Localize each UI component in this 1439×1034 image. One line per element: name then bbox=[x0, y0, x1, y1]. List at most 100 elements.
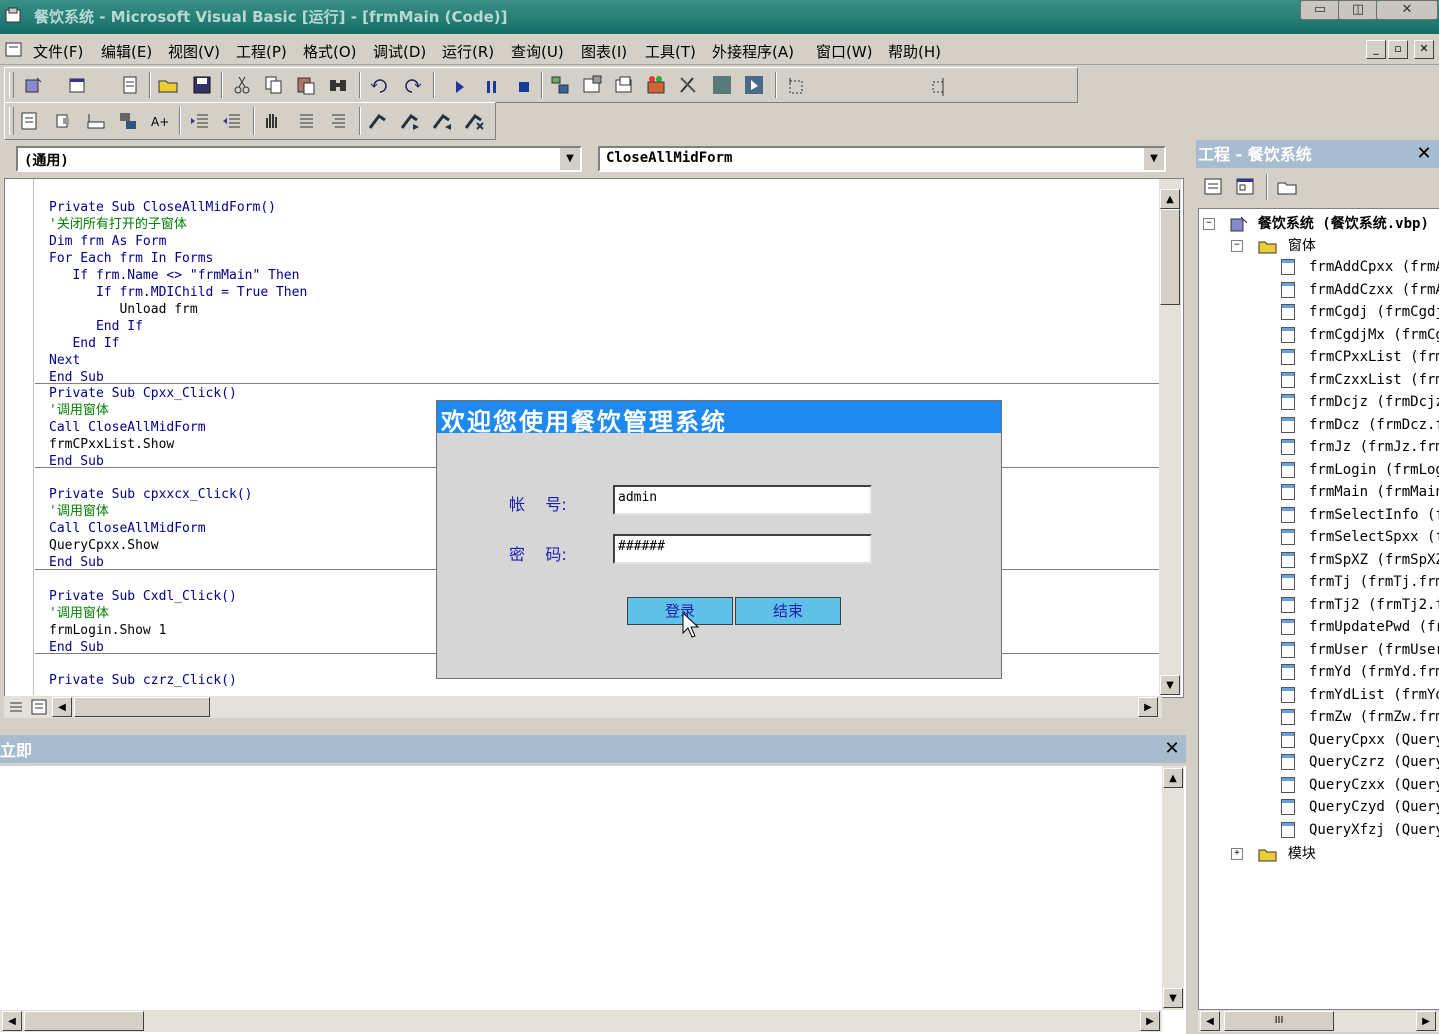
form-layout-icon[interactable] bbox=[613, 74, 635, 96]
tree-root[interactable]: − 餐饮系统 (餐饮系统.vbp) bbox=[1203, 213, 1429, 233]
tree-form-item[interactable]: frmZw (frmZw.frm) bbox=[1281, 709, 1439, 725]
login-button[interactable]: 登录 bbox=[627, 597, 733, 625]
tree-form-item[interactable]: frmUser (frmUser.frm) bbox=[1281, 641, 1439, 658]
tree-form-item[interactable]: frmCgdj (frmCgdj.frm) bbox=[1281, 304, 1439, 320]
immediate-vertical-scrollbar[interactable]: ▲ ▼ bbox=[1162, 766, 1184, 1010]
scroll-up-icon[interactable]: ▲ bbox=[1160, 189, 1180, 209]
tree-form-item[interactable]: QueryXfzj (QueryXfzj.frm) bbox=[1281, 821, 1439, 838]
menu-help[interactable]: 帮助(H) bbox=[888, 41, 941, 62]
account-input[interactable]: admin bbox=[613, 485, 872, 515]
object-combo[interactable]: (通用) ▼ bbox=[16, 146, 582, 172]
scroll-left-icon[interactable]: ◀ bbox=[2, 1011, 22, 1031]
scroll-right-icon[interactable]: ▶ bbox=[1138, 697, 1158, 717]
toggle-bookmark-icon[interactable] bbox=[367, 110, 389, 132]
add-form-icon[interactable] bbox=[67, 74, 89, 96]
tree-form-item[interactable]: frmDcjz (frmDcjz.frm) bbox=[1281, 394, 1439, 410]
mdi-restore-button[interactable]: ▫ bbox=[1388, 40, 1408, 59]
project-explorer-icon[interactable] bbox=[549, 74, 571, 96]
tree-form-item[interactable]: frmTj2 (frmTj2.frm) bbox=[1281, 596, 1439, 613]
margin-indicator-bar[interactable] bbox=[5, 179, 34, 695]
tree-form-item[interactable]: frmCgdjMx (frmCgdjMx.frm) bbox=[1281, 326, 1439, 343]
tree-form-item[interactable]: frmAddCpxx (frmAddCpxx.frm) bbox=[1281, 259, 1439, 275]
code-horizontal-scrollbar[interactable]: ◀ ▶ bbox=[4, 696, 1162, 718]
comment-block-icon[interactable] bbox=[295, 110, 317, 132]
menu-project[interactable]: 工程(P) bbox=[236, 41, 287, 62]
save-icon[interactable] bbox=[191, 74, 213, 96]
panel-splitter[interactable] bbox=[1186, 140, 1196, 1034]
tree-form-item[interactable]: frmYdList (frmYdList.frm) bbox=[1281, 686, 1439, 703]
exit-button[interactable]: 结束 bbox=[735, 597, 841, 625]
tree-form-item[interactable]: frmMain (frmMain.frm) bbox=[1281, 484, 1439, 500]
tree-form-item[interactable]: frmCzxxList (frmCzxxList.frm) bbox=[1281, 371, 1439, 388]
paste-icon[interactable] bbox=[295, 74, 317, 96]
data-view-icon[interactable] bbox=[711, 74, 733, 96]
tree-form-item[interactable]: QueryCzxx (QueryCzxx.frm) bbox=[1281, 776, 1439, 793]
visual-component-icon[interactable] bbox=[743, 74, 765, 96]
tree-form-item[interactable]: frmTj (frmTj.frm) bbox=[1281, 574, 1439, 590]
tree-form-item[interactable]: frmLogin (frmLogin.frm) bbox=[1281, 461, 1439, 478]
scroll-right-icon[interactable]: ▶ bbox=[1416, 1011, 1436, 1031]
dropdown-arrow-icon[interactable]: ▼ bbox=[1143, 148, 1164, 170]
view-object-icon[interactable] bbox=[1234, 176, 1256, 198]
tree-form-item[interactable]: frmYd (frmYd.frm) bbox=[1281, 664, 1439, 680]
tree-form-item[interactable]: frmSpXZ (frmSpXZ.frm) bbox=[1281, 551, 1439, 568]
project-horizontal-scrollbar[interactable]: ◀ III ▶ bbox=[1198, 1010, 1439, 1032]
immediate-window-input[interactable]: ▲ ▼ ◀ ▶ bbox=[0, 766, 1186, 1034]
menu-window[interactable]: 窗口(W) bbox=[816, 41, 873, 62]
close-project-explorer-icon[interactable]: ✕ bbox=[1414, 144, 1434, 164]
menu-edit[interactable]: 编辑(E) bbox=[101, 41, 152, 62]
object-browser-icon[interactable] bbox=[645, 74, 667, 96]
menu-query[interactable]: 查询(U) bbox=[511, 41, 564, 62]
menu-tools[interactable]: 工具(T) bbox=[645, 41, 696, 62]
procedure-view-icon[interactable] bbox=[7, 698, 25, 716]
uncomment-block-icon[interactable] bbox=[327, 110, 349, 132]
indent-icon[interactable] bbox=[189, 110, 211, 132]
view-code-icon[interactable] bbox=[1202, 176, 1224, 198]
close-window-button[interactable]: ✕ bbox=[1376, 0, 1438, 20]
tree-form-item[interactable]: QueryCzyd (QueryCzyd.frm) bbox=[1281, 799, 1439, 815]
menu-run[interactable]: 运行(R) bbox=[442, 41, 494, 62]
tree-form-item[interactable]: frmDcz (frmDcz.frm) bbox=[1281, 416, 1439, 433]
toggle-folders-icon[interactable] bbox=[1276, 176, 1298, 198]
add-project-icon[interactable] bbox=[23, 74, 45, 96]
scroll-left-icon[interactable]: ◀ bbox=[52, 697, 72, 717]
menu-file[interactable]: 文件(F) bbox=[33, 41, 83, 62]
tree-form-item[interactable]: frmJz (frmJz.frm) bbox=[1281, 439, 1439, 455]
toggle-breakpoint-icon[interactable] bbox=[261, 110, 283, 132]
break-icon[interactable] bbox=[481, 76, 503, 98]
menu-format[interactable]: 格式(O) bbox=[303, 41, 357, 62]
mdi-close-button[interactable]: ✕ bbox=[1414, 40, 1434, 59]
cut-icon[interactable] bbox=[231, 74, 253, 96]
code-vertical-scrollbar[interactable]: ▲ ▼ bbox=[1159, 179, 1181, 695]
menu-diagram[interactable]: 图表(I) bbox=[581, 41, 627, 62]
tree-form-item[interactable]: frmCPxxList (frmCPxxList.frm) bbox=[1281, 349, 1439, 365]
menu-addins[interactable]: 外接程序(A) bbox=[712, 41, 794, 62]
scroll-thumb[interactable] bbox=[1160, 209, 1180, 305]
next-bookmark-icon[interactable] bbox=[399, 110, 421, 132]
redo-icon[interactable] bbox=[401, 74, 423, 96]
previous-bookmark-icon[interactable] bbox=[431, 110, 453, 132]
clear-bookmarks-icon[interactable] bbox=[463, 110, 485, 132]
procedure-combo[interactable]: CloseAllMidForm ▼ bbox=[598, 146, 1166, 172]
scroll-down-icon[interactable]: ▼ bbox=[1163, 988, 1183, 1008]
complete-word-icon[interactable]: A+ bbox=[149, 110, 171, 132]
hscroll-thumb[interactable] bbox=[74, 697, 210, 717]
collapse-icon[interactable]: − bbox=[1203, 218, 1215, 230]
tree-form-item[interactable]: QueryCzrz (QueryCzrz.frm) bbox=[1281, 754, 1439, 770]
properties-window-icon[interactable] bbox=[581, 74, 603, 96]
list-properties-icon[interactable] bbox=[19, 110, 41, 132]
menu-editor-icon[interactable] bbox=[119, 74, 141, 96]
toolbox-icon[interactable] bbox=[677, 74, 699, 96]
mdi-minimize-button[interactable]: _ bbox=[1366, 40, 1386, 59]
full-module-view-icon[interactable] bbox=[30, 698, 48, 716]
tree-form-item[interactable]: frmAddCzxx (frmAddCzxx.frm) bbox=[1281, 281, 1439, 298]
expand-icon[interactable]: + bbox=[1231, 848, 1243, 860]
menu-debug[interactable]: 调试(D) bbox=[373, 41, 426, 62]
end-icon[interactable] bbox=[513, 76, 535, 98]
close-immediate-icon[interactable]: ✕ bbox=[1162, 739, 1182, 759]
tree-form-item[interactable]: frmSelectSpxx (frmSelectSpxx.frm) bbox=[1281, 529, 1439, 545]
open-folder-icon[interactable] bbox=[157, 74, 179, 96]
tree-modules-folder[interactable]: + 模块 bbox=[1231, 843, 1316, 863]
tree-form-item[interactable]: frmSelectInfo (frmSelectInfo.frm) bbox=[1281, 506, 1439, 523]
start-icon[interactable] bbox=[449, 76, 471, 98]
